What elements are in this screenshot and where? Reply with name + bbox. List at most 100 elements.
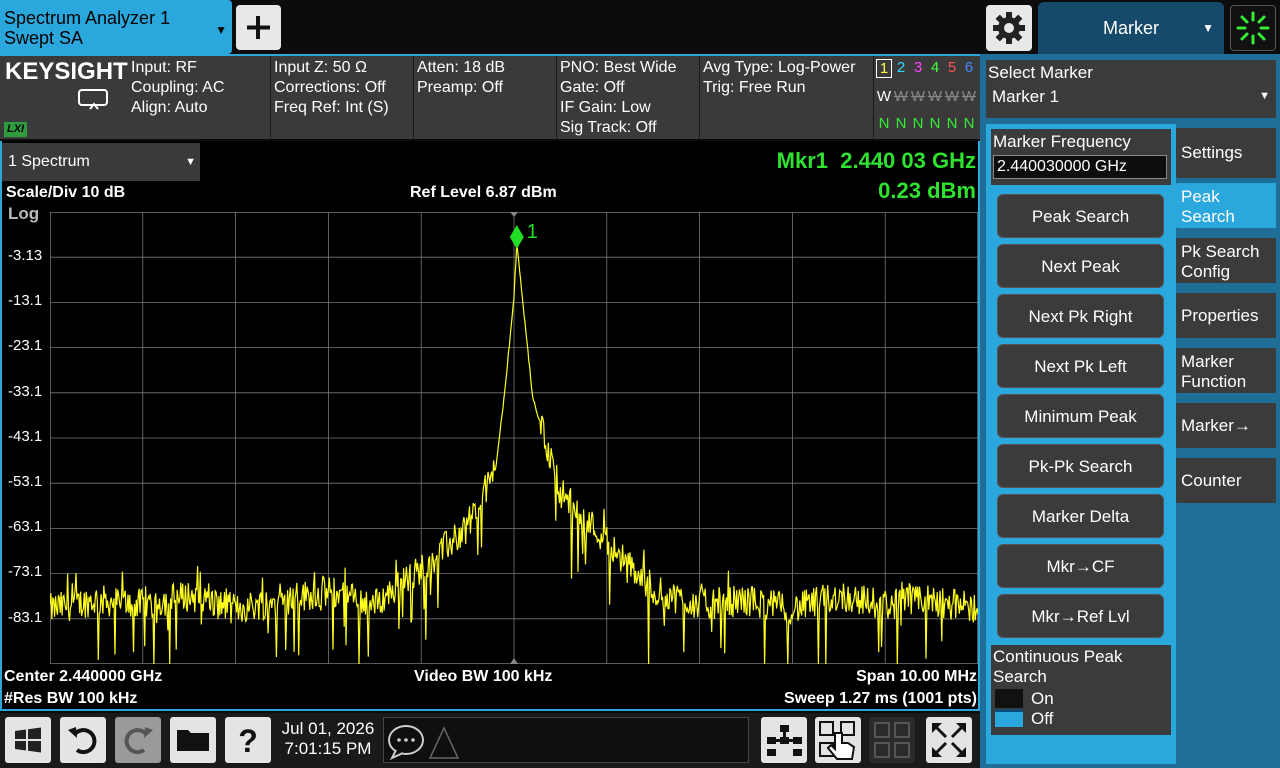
marker-1-label: 1 xyxy=(527,221,538,243)
tab-marker-function[interactable]: Marker Function xyxy=(1176,348,1276,393)
tab-label: Marker xyxy=(1181,352,1234,371)
sweep-label[interactable]: Sweep 1.27 ms (1001 pts) xyxy=(784,690,977,708)
softkey-mkr-cf[interactable]: Mkr→CF xyxy=(997,544,1164,588)
add-window-button[interactable] xyxy=(236,5,281,50)
softkey-pk-pk-search[interactable]: Pk-Pk Search xyxy=(997,444,1164,488)
window-select-dropdown[interactable]: 1 Spectrum ▼ xyxy=(2,143,200,181)
marker-frequency-input[interactable]: 2.440030000 GHz xyxy=(993,155,1167,179)
ref-level-label[interactable]: Ref Level 6.87 dBm xyxy=(410,184,557,202)
trace-number-5[interactable]: 5 xyxy=(944,59,960,76)
info-averaging[interactable]: Avg Type: Log-Power Trig: Free Run xyxy=(700,56,874,139)
trace-type-1: W xyxy=(876,88,892,105)
select-marker-label: Select Marker xyxy=(988,63,1093,82)
info-attenuation[interactable]: Atten: 18 dB Preamp: Off xyxy=(414,56,557,139)
trace-indicator[interactable]: 123456 WWWWWW NNNNNN xyxy=(874,56,980,139)
trace-number-2[interactable]: 2 xyxy=(893,59,909,76)
trace-detector-3: N xyxy=(912,115,924,132)
multi-window-icon xyxy=(874,722,910,758)
file-button[interactable] xyxy=(170,717,216,763)
select-marker-panel[interactable]: Select Marker Marker 1 ▼ xyxy=(986,60,1276,118)
tab-settings[interactable]: Settings xyxy=(1176,128,1276,178)
caret-down-icon: ▼ xyxy=(1202,21,1214,35)
trace-number-4[interactable]: 4 xyxy=(927,59,943,76)
tab-peak-search[interactable]: Peak Search xyxy=(1176,183,1276,228)
multi-window-button[interactable] xyxy=(869,717,915,763)
center-bottom-triangle xyxy=(510,658,518,664)
message-bubble-icon xyxy=(388,725,460,761)
windows-start-button[interactable] xyxy=(5,717,51,763)
expand-arrows-icon xyxy=(932,723,966,757)
touch-mode-button[interactable] xyxy=(815,717,861,763)
softkey-next-pk-left[interactable]: Next Pk Left xyxy=(997,344,1164,388)
softkey-mkr-ref-lvl[interactable]: Mkr→Ref Lvl xyxy=(997,594,1164,638)
menu-selector[interactable]: Marker ▼ xyxy=(1038,2,1224,54)
undo-button[interactable] xyxy=(60,717,106,763)
redo-icon xyxy=(124,727,153,755)
window-layout-button[interactable] xyxy=(761,717,807,763)
brand-panel: KEYSIGHT LXI xyxy=(0,56,128,139)
tab-properties[interactable]: Properties xyxy=(1176,293,1276,338)
select-marker-value: Marker 1 xyxy=(992,87,1060,106)
tab-pk-search-config[interactable]: Pk Search Config xyxy=(1176,238,1276,283)
activity-spinner-icon xyxy=(1236,11,1270,45)
toggle-switch[interactable] xyxy=(995,689,1023,727)
help-button[interactable]: ? xyxy=(225,717,271,763)
svg-text:?: ? xyxy=(238,723,258,759)
trace-type-6: W xyxy=(961,88,977,105)
continuous-peak-label: Continuous Peak xyxy=(993,647,1123,666)
caret-down-icon: ▼ xyxy=(185,156,196,168)
tab-marker[interactable]: Marker→ xyxy=(1176,403,1276,448)
trace-detector-4: N xyxy=(929,115,941,132)
softkey-minimum-peak[interactable]: Minimum Peak xyxy=(997,394,1164,438)
y-tick-label: -23.1 xyxy=(8,337,43,355)
window-title: Spectrum Analyzer 1 xyxy=(4,8,171,28)
trace-number-1[interactable]: 1 xyxy=(876,59,892,78)
tab-counter[interactable]: Counter xyxy=(1176,458,1276,503)
tab-label: Properties xyxy=(1181,306,1259,325)
window-selector[interactable]: Spectrum Analyzer 1 Swept SA ▼ xyxy=(0,0,232,54)
fullscreen-button[interactable] xyxy=(926,717,972,763)
y-tick-label: -63.1 xyxy=(8,518,43,536)
y-tick-label: -13.1 xyxy=(8,292,43,310)
softkey-peak-search[interactable]: Peak Search xyxy=(997,194,1164,238)
softkey-next-peak[interactable]: Next Peak xyxy=(997,244,1164,288)
toggle-on-label: On xyxy=(1031,689,1054,708)
y-tick-label: -83.1 xyxy=(8,608,43,626)
info-pno[interactable]: PNO: Best Wide Gate: Off IF Gain: Low Si… xyxy=(557,56,700,139)
date-time: Jul 01, 2026 7:01:15 PM xyxy=(275,719,381,759)
network-layout-icon xyxy=(767,725,802,756)
tab-label: Settings xyxy=(1181,143,1243,162)
info-impedance[interactable]: Input Z: 50 Ω Corrections: Off Freq Ref:… xyxy=(271,56,414,139)
span-label[interactable]: Span 10.00 MHz xyxy=(856,668,977,686)
trace-type-5: W xyxy=(944,88,960,105)
undo-icon xyxy=(68,727,97,755)
trace-detector-6: N xyxy=(963,115,975,132)
select-marker-dropdown[interactable]: Marker 1 ▼ xyxy=(988,87,1274,107)
redo-button[interactable] xyxy=(115,717,161,763)
settings-button[interactable] xyxy=(986,5,1032,51)
video-bw-label[interactable]: Video BW 100 kHz xyxy=(414,668,552,686)
date-label: Jul 01, 2026 xyxy=(281,719,375,738)
res-bw-label[interactable]: #Res BW 100 kHz xyxy=(4,690,137,708)
trace-type-2: W xyxy=(893,88,909,105)
center-frequency-label[interactable]: Center 2.440000 GHz xyxy=(4,668,162,686)
plus-icon xyxy=(247,16,270,39)
marker-frequency-label: Marker Frequency xyxy=(993,132,1131,151)
trace-number-6[interactable]: 6 xyxy=(961,59,977,76)
tab-label: Pk Search xyxy=(1181,242,1260,261)
tab-label-2: Config xyxy=(1181,262,1231,281)
trace-type-4: W xyxy=(927,88,943,105)
continuous-peak-search-control[interactable]: Continuous Peak Search On Off xyxy=(991,645,1171,735)
softkey-next-pk-right[interactable]: Next Pk Right xyxy=(997,294,1164,338)
softkey-marker-delta[interactable]: Marker Delta xyxy=(997,494,1164,538)
info-input[interactable]: Input: RF Coupling: AC Align: Auto xyxy=(128,56,271,139)
y-tick-label: -73.1 xyxy=(8,563,43,581)
y-tick-label: -3.13 xyxy=(8,247,43,265)
trace-number-3[interactable]: 3 xyxy=(910,59,926,76)
messages-area[interactable] xyxy=(383,717,749,763)
spectrum-plot[interactable]: 1 xyxy=(50,212,978,664)
marker-frequency-control[interactable]: Marker Frequency 2.440030000 GHz xyxy=(991,129,1171,185)
tab-label: Marker→ xyxy=(1181,416,1251,435)
marker-1-diamond[interactable] xyxy=(509,225,524,250)
scale-div-label[interactable]: Scale/Div 10 dB xyxy=(6,184,125,202)
